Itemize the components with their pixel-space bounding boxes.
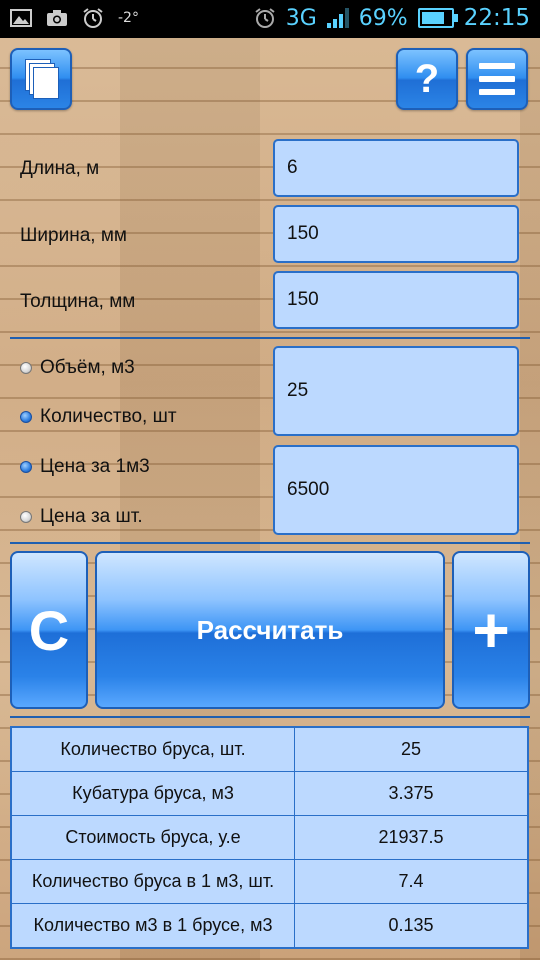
radio-price-m3[interactable]: Цена за 1м3 [20,456,150,478]
table-row: Количество бруса, шт. 25 [10,726,529,772]
table-row: Количество бруса в 1 м3, шт. 7.4 [10,859,529,904]
result-value: 25 [294,726,529,772]
result-value: 21937.5 [294,815,529,860]
result-label: Количество бруса, шт. [10,726,295,772]
table-row: Стоимость бруса, у.е 21937.5 [10,815,529,860]
result-label: Стоимость бруса, у.е [10,815,295,860]
alarm-icon [254,8,276,28]
add-button[interactable]: + [452,551,530,709]
help-button[interactable]: ? [396,48,458,110]
length-label: Длина, м [20,158,100,179]
pages-button[interactable] [10,48,72,110]
radio-price-piece-label: Цена за шт. [40,506,143,527]
length-input[interactable]: 6 [273,139,519,197]
thickness-input[interactable]: 150 [273,271,519,329]
radio-quantity-label: Количество, шт [40,406,177,427]
result-label: Количество м3 в 1 брусе, м3 [10,903,295,949]
temperature-text: -2° [118,10,139,26]
table-row: Количество м3 в 1 брусе, м3 0.135 [10,903,529,949]
clear-button[interactable]: C [10,551,88,709]
divider [10,542,530,544]
price-input[interactable]: 6500 [273,445,519,535]
battery-percent: 69% [358,5,408,31]
result-value: 0.135 [294,903,529,949]
menu-icon [479,63,515,95]
radio-dot-icon [20,511,32,523]
amount-input[interactable]: 25 [273,346,519,436]
radio-volume-label: Объём, м3 [40,357,135,378]
pages-icon [23,59,59,99]
image-icon [10,8,32,28]
network-type: 3G [285,5,317,31]
radio-price-m3-label: Цена за 1м3 [40,456,150,477]
clock: 22:15 [463,5,530,31]
battery-icon [417,8,458,28]
radio-volume[interactable]: Объём, м3 [20,357,135,379]
radio-price-piece[interactable]: Цена за шт. [20,506,143,528]
result-value: 7.4 [294,859,529,904]
camera-icon [46,8,68,28]
radio-dot-icon [20,362,32,374]
result-label: Количество бруса в 1 м3, шт. [10,859,295,904]
calculate-button[interactable]: Рассчитать [95,551,445,709]
results-table: Количество бруса, шт. 25 Кубатура бруса,… [10,726,529,949]
alarm-icon [82,8,104,28]
table-row: Кубатура бруса, м3 3.375 [10,771,529,816]
radio-quantity[interactable]: Количество, шт [20,406,177,428]
divider [10,337,530,339]
thickness-label: Толщина, мм [20,291,136,312]
result-label: Кубатура бруса, м3 [10,771,295,816]
signal-icon [326,8,349,28]
help-icon: ? [414,56,440,101]
radio-dot-selected-icon [20,411,32,423]
status-bar: -2° 3G 69% 22:15 [0,0,540,38]
radio-dot-selected-icon [20,461,32,473]
menu-button[interactable] [466,48,528,110]
width-input[interactable]: 150 [273,205,519,263]
width-label: Ширина, мм [20,225,127,246]
divider [10,716,530,718]
result-value: 3.375 [294,771,529,816]
